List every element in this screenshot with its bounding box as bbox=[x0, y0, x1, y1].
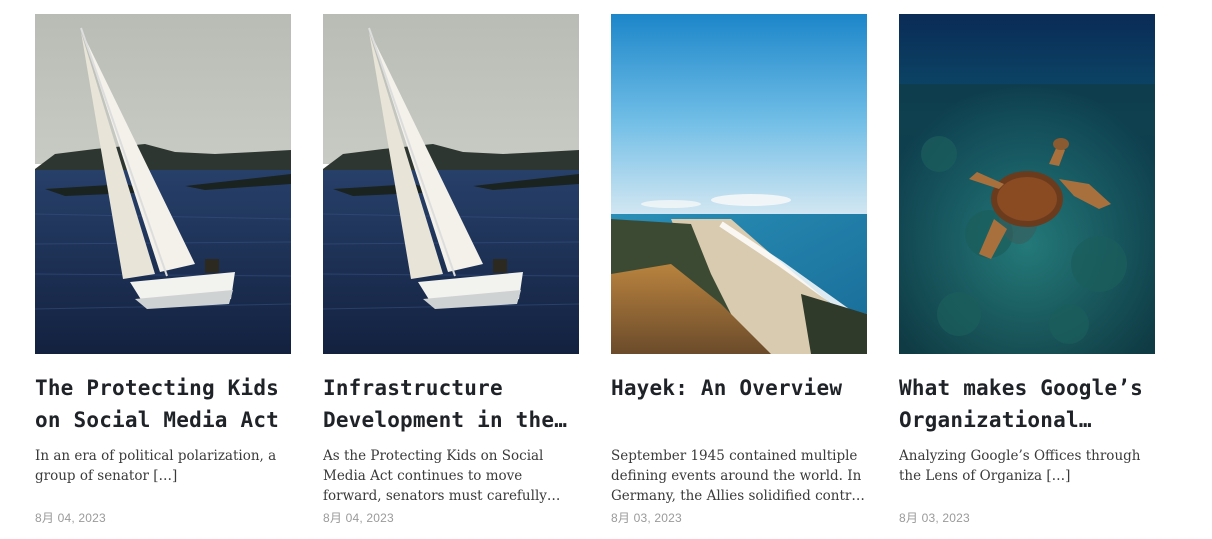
post-date: 8月 04, 2023 bbox=[323, 511, 394, 525]
post-excerpt: September 1945 contained multiple defini… bbox=[611, 448, 864, 504]
sailboat-image bbox=[323, 14, 579, 354]
post-date: 8月 04, 2023 bbox=[35, 511, 106, 525]
post-thumbnail-coastline[interactable] bbox=[611, 14, 867, 354]
post-grid: The Protecting Kids on Social Media Act … bbox=[0, 0, 1212, 539]
post-date: 8月 03, 2023 bbox=[899, 511, 970, 525]
post-date: 8月 03, 2023 bbox=[611, 511, 682, 525]
post-title[interactable]: What makes Google’s Organizational Cultu… bbox=[899, 372, 1155, 436]
post-excerpt: In an era of political polarization, a g… bbox=[35, 448, 277, 484]
post-title[interactable]: Infrastructure Development in the United… bbox=[323, 372, 579, 436]
post-title[interactable]: Hayek: An Overview bbox=[611, 372, 867, 436]
post-thumbnail-sailboat[interactable] bbox=[323, 14, 579, 354]
post-thumbnail-sea-turtle[interactable] bbox=[899, 14, 1155, 354]
sea-turtle-image bbox=[899, 14, 1155, 354]
post-title[interactable]: The Protecting Kids on Social Media Act bbox=[35, 372, 291, 436]
post-excerpt: As the Protecting Kids on Social Media A… bbox=[323, 448, 547, 504]
post-thumbnail-sailboat[interactable] bbox=[35, 14, 291, 354]
post-card[interactable]: What makes Google’s Organizational Cultu… bbox=[899, 14, 1155, 526]
post-card[interactable]: Infrastructure Development in the United… bbox=[323, 14, 579, 526]
sailboat-image bbox=[35, 14, 291, 354]
post-card[interactable]: Hayek: An Overview September 1945 contai… bbox=[611, 14, 867, 526]
post-excerpt: Analyzing Google’s Offices through the L… bbox=[899, 448, 1141, 484]
coastline-image bbox=[611, 14, 867, 354]
post-card[interactable]: The Protecting Kids on Social Media Act … bbox=[35, 14, 291, 526]
